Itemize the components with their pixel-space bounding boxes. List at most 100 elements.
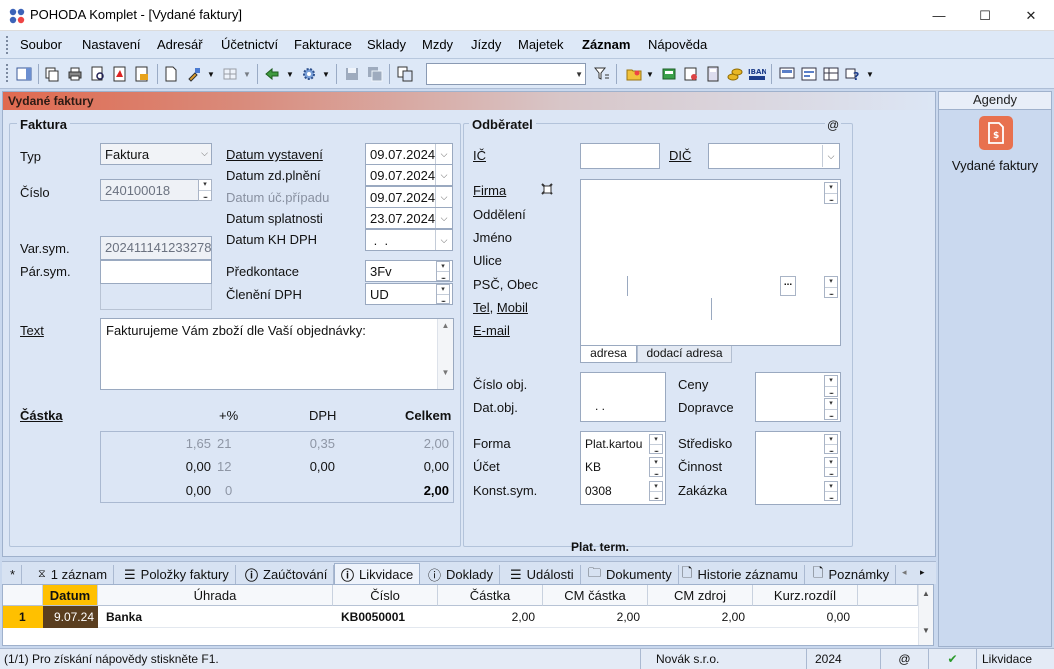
cell-kurz-rozdil[interactable]: 0,00 bbox=[753, 606, 858, 628]
invoice-check-icon[interactable] bbox=[681, 64, 701, 84]
coins-icon[interactable] bbox=[725, 64, 745, 84]
celkem-total[interactable]: 2,00 bbox=[389, 483, 449, 498]
chevron-down-icon[interactable]: ▼ bbox=[286, 70, 294, 79]
chevron-down-icon[interactable]: ▼ bbox=[207, 70, 215, 79]
email-at-icon[interactable]: @ bbox=[825, 118, 842, 132]
address-box[interactable]: ▾... ... ▾... bbox=[580, 179, 841, 346]
obec-spinner[interactable]: ▾... bbox=[824, 276, 838, 298]
chevron-down-icon[interactable]: ⌵ bbox=[201, 148, 208, 159]
chevron-down-icon[interactable]: ▼ bbox=[866, 70, 874, 79]
obec-picker-button[interactable]: ... bbox=[780, 276, 796, 296]
predkontace-spinner[interactable]: ▾... bbox=[436, 261, 450, 281]
maximize-button[interactable]: ☐ bbox=[962, 0, 1008, 31]
stredisko-spinner[interactable]: ▾... bbox=[824, 434, 838, 454]
cell-cm-castka[interactable]: 2,00 bbox=[543, 606, 648, 628]
menu-adresar[interactable]: Adresář bbox=[157, 37, 203, 52]
cell-castka[interactable]: 2,00 bbox=[438, 606, 543, 628]
filter-icon[interactable] bbox=[592, 64, 612, 84]
menu-jizdy[interactable]: Jízdy bbox=[471, 37, 501, 52]
tab-doklady[interactable]: ⓘ Doklady bbox=[422, 565, 500, 584]
table-view-icon[interactable] bbox=[821, 64, 841, 84]
cislo-field[interactable]: 240100018 bbox=[100, 179, 200, 201]
calendar-dropdown-icon[interactable]: ⌵ bbox=[435, 230, 452, 250]
tab-adresa[interactable]: adresa bbox=[580, 346, 637, 363]
datum-ucprip-field[interactable]: 09.07.2024 ⌵ bbox=[365, 186, 453, 208]
forma-value[interactable]: Plat.kartou bbox=[585, 437, 642, 451]
cislo-spinner[interactable]: ▾... bbox=[198, 179, 212, 201]
print-icon[interactable] bbox=[65, 64, 85, 84]
cell-uhrada[interactable]: Banka bbox=[106, 606, 142, 628]
new-record-icon[interactable] bbox=[161, 64, 181, 84]
print-preview-icon[interactable] bbox=[88, 64, 108, 84]
parsym-field[interactable] bbox=[100, 260, 212, 284]
agenda-panel-icon[interactable] bbox=[14, 64, 34, 84]
close-button[interactable]: ✕ bbox=[1008, 0, 1054, 31]
stredisko-box[interactable]: ▾... ▾... ▾... bbox=[755, 431, 841, 505]
dph-12[interactable]: 0,00 bbox=[283, 459, 335, 474]
grid-header-kurz-rozdil[interactable]: Kurz.rozdíl bbox=[753, 585, 858, 606]
chevron-down-icon[interactable]: ▼ bbox=[575, 70, 583, 79]
clear-address-icon[interactable] bbox=[538, 180, 556, 198]
tab-polozky-faktury[interactable]: ☰ Položky faktury bbox=[118, 565, 236, 584]
grid-header-cislo[interactable]: Číslo bbox=[333, 585, 438, 606]
text-area[interactable]: Fakturujeme Vám zboží dle Vaší objednávk… bbox=[100, 318, 454, 390]
datum-zdplneni-field[interactable]: 09.07.2024 ⌵ bbox=[365, 164, 453, 186]
tab-udalosti[interactable]: ☰ Události bbox=[504, 565, 581, 584]
calendar-dropdown-icon[interactable]: ⌵ bbox=[435, 165, 452, 185]
tab-filter-all[interactable]: * bbox=[4, 565, 23, 584]
menu-zaznam[interactable]: Záznam bbox=[582, 37, 630, 52]
help-icon[interactable]: ? bbox=[843, 64, 863, 84]
objednavka-box[interactable]: . . bbox=[580, 372, 666, 422]
typ-select[interactable]: Faktura ⌵ bbox=[100, 143, 212, 165]
tabs-scroll-right-icon[interactable]: ▸ bbox=[920, 567, 925, 578]
screen-icon[interactable] bbox=[777, 64, 797, 84]
chevron-down-icon[interactable]: ▼ bbox=[646, 70, 654, 79]
copy-record-icon[interactable] bbox=[42, 64, 62, 84]
menu-majetek[interactable]: Majetek bbox=[518, 37, 564, 52]
grid-scrollbar[interactable]: ▲ ▼ bbox=[918, 585, 933, 645]
konstsym-spinner[interactable]: ▾... bbox=[649, 481, 663, 501]
folder-star-icon[interactable] bbox=[624, 64, 644, 84]
menu-sklady[interactable]: Sklady bbox=[367, 37, 406, 52]
ceny-spinner[interactable]: ▾... bbox=[824, 375, 838, 397]
grid-header-cm-zdroj[interactable]: CM zdroj bbox=[648, 585, 753, 606]
ceny-dopravce-box[interactable]: ▾... ▾... bbox=[755, 372, 841, 422]
dic-field[interactable]: ⌵ bbox=[708, 143, 840, 169]
settings-gear-icon[interactable] bbox=[299, 64, 319, 84]
varsym-field[interactable]: 202411141233278 bbox=[100, 236, 212, 260]
status-email-icon[interactable]: @ bbox=[880, 649, 928, 669]
tab-poznamky[interactable]: 🗋 Poznámky bbox=[807, 565, 897, 584]
cell-datum[interactable]: 9.07.24 bbox=[43, 606, 98, 628]
menu-fakturace[interactable]: Fakturace bbox=[294, 37, 352, 52]
cell-cislo[interactable]: KB0050001 bbox=[341, 606, 405, 628]
datum-khdph-field[interactable]: . . ⌵ bbox=[365, 229, 453, 251]
tab-likvidace[interactable]: ⓘ Likvidace bbox=[334, 563, 421, 585]
ic-field[interactable] bbox=[580, 143, 660, 169]
zaklad-21[interactable]: 1,65 bbox=[153, 436, 211, 451]
dopravce-spinner[interactable]: ▾... bbox=[824, 398, 838, 420]
iban-icon[interactable]: IBAN bbox=[747, 64, 767, 84]
menu-nastaveni[interactable]: Nastavení bbox=[82, 37, 141, 52]
menu-napoveda[interactable]: Nápověda bbox=[648, 37, 707, 52]
calendar-dropdown-icon[interactable]: ⌵ bbox=[435, 144, 452, 164]
tab-zauctovani[interactable]: ⓘ Zaúčtování bbox=[239, 565, 335, 584]
cash-register-icon[interactable] bbox=[659, 64, 679, 84]
zaklad-0[interactable]: 0,00 bbox=[153, 483, 211, 498]
row-index[interactable]: 1 bbox=[3, 606, 43, 628]
chevron-down-icon[interactable]: ▼ bbox=[322, 70, 330, 79]
ucet-spinner[interactable]: ▾... bbox=[649, 457, 663, 477]
grid-header-uhrada[interactable]: Úhrada bbox=[98, 585, 333, 606]
agendy-item-vydane-faktury[interactable]: Vydané faktury bbox=[939, 158, 1051, 173]
datum-splatnosti-field[interactable]: 23.07.2024 ⌵ bbox=[365, 207, 453, 229]
minimize-button[interactable]: — bbox=[916, 0, 962, 31]
celkem-12[interactable]: 0,00 bbox=[389, 459, 449, 474]
ucet-value[interactable]: KB bbox=[585, 460, 601, 474]
form-view-icon[interactable] bbox=[799, 64, 819, 84]
calculator-icon[interactable] bbox=[703, 64, 723, 84]
tab-historie-zaznamu[interactable]: 🗋 Historie záznamu bbox=[676, 565, 805, 584]
forma-spinner[interactable]: ▾... bbox=[649, 434, 663, 454]
title-bar[interactable]: POHODA Komplet - [Vydané faktury] — ☐ ✕ bbox=[0, 0, 1054, 31]
dph-21[interactable]: 0,35 bbox=[283, 436, 335, 451]
datum-vystaveni-field[interactable]: 09.07.2024 ⌵ bbox=[365, 143, 453, 165]
grid-header-castka[interactable]: Částka bbox=[438, 585, 543, 606]
